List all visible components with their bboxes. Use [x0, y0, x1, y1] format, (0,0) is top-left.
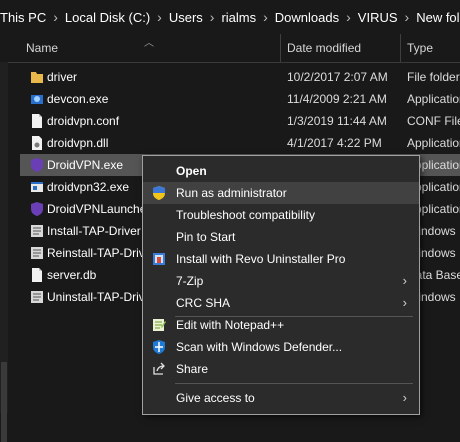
menu-item-give-access[interactable]: Give access to ›	[143, 387, 419, 409]
column-date-header[interactable]: Date modified	[287, 41, 361, 55]
menu-item-label: Troubleshoot compatibility	[176, 208, 315, 222]
breadcrumb-chevron-icon: ›	[53, 9, 58, 25]
breadcrumb-new-folder[interactable]: New folder	[416, 10, 460, 25]
shield-app-icon	[31, 202, 43, 216]
column-type-header[interactable]: Type	[407, 41, 433, 55]
script-icon	[31, 225, 43, 237]
column-divider[interactable]	[280, 34, 281, 62]
menu-item-run-as-administrator[interactable]: Run as administrator	[143, 182, 419, 204]
breadcrumb-users[interactable]: Users	[169, 10, 203, 25]
file-name: devcon.exe	[47, 92, 109, 106]
file-name: Install-TAP-Driver	[47, 224, 141, 238]
menu-item-label: Edit with Notepad++	[176, 318, 285, 332]
breadcrumb-chevron-icon: ›	[209, 9, 215, 25]
menu-item-pin-to-start[interactable]: Pin to Start	[143, 226, 419, 248]
breadcrumb-local-disk[interactable]: Local Disk (C:)	[65, 10, 150, 25]
menu-item-scan-defender[interactable]: Scan with Windows Defender...	[143, 336, 419, 358]
notepad-plus-plus-icon	[153, 319, 166, 331]
file-type: Application	[407, 136, 460, 150]
file-type: Application	[407, 92, 460, 106]
script-icon	[31, 291, 43, 303]
file-name: Uninstall-TAP-Driv	[47, 290, 145, 304]
breadcrumb-this-pc[interactable]: This PC	[0, 10, 46, 25]
address-bar[interactable]: This PC › Local Disk (C:) › Users › rial…	[0, 0, 460, 35]
menu-item-crc-sha[interactable]: CRC SHA ›	[143, 292, 419, 314]
context-menu: Open Run as administrator Troubleshoot c…	[142, 155, 420, 415]
windows-defender-icon	[153, 340, 165, 354]
menu-item-edit-notepad[interactable]: Edit with Notepad++	[143, 314, 419, 336]
sort-ascending-icon: ︿	[144, 38, 154, 49]
script-icon	[31, 247, 43, 259]
file-name: DroidVPN.exe	[47, 158, 124, 172]
menu-separator	[175, 383, 413, 384]
window-app-icon	[31, 182, 43, 192]
menu-item-label: Share	[176, 362, 209, 376]
breadcrumb-chevron-icon: ›	[157, 9, 162, 25]
file-icon	[32, 114, 42, 128]
menu-item-label: Run as administrator	[176, 186, 287, 200]
menu-item-label: 7-Zip	[176, 274, 204, 288]
submenu-arrow-icon: ›	[402, 390, 407, 405]
file-row[interactable]: droidvpn.conf 1/3/2019 11:44 AM CONF Fil…	[20, 110, 460, 132]
revo-icon	[153, 253, 165, 265]
menu-item-label: Scan with Windows Defender...	[176, 340, 343, 354]
breadcrumb-chevron-icon: ›	[263, 9, 268, 25]
file-date: 1/3/2019 11:44 AM	[287, 114, 387, 128]
file-date: 11/4/2009 2:21 AM	[287, 92, 387, 106]
menu-item-label: Open	[176, 164, 207, 178]
scrollbar-thumb[interactable]	[1, 362, 7, 442]
submenu-arrow-icon: ›	[402, 295, 407, 310]
column-divider[interactable]	[400, 34, 401, 62]
file-type: File folder	[407, 70, 460, 84]
file-name: droidvpn.dll	[47, 136, 109, 150]
submenu-arrow-icon: ›	[402, 273, 407, 288]
file-icon	[32, 268, 42, 282]
breadcrumb-chevron-icon: ›	[346, 9, 351, 25]
file-row[interactable]: driver 10/2/2017 2:07 AM File folder	[20, 66, 460, 88]
menu-item-label: Give access to	[176, 391, 255, 405]
menu-item-open[interactable]: Open	[143, 160, 419, 182]
file-date: 4/1/2017 4:22 PM	[287, 136, 382, 150]
navigation-pane	[0, 62, 8, 442]
menu-item-label: CRC SHA	[176, 296, 231, 310]
menu-item-7zip[interactable]: 7-Zip ›	[143, 270, 419, 292]
menu-item-share[interactable]: Share	[143, 358, 419, 380]
breadcrumb-downloads[interactable]: Downloads	[275, 10, 339, 25]
column-header: ︿ Name Date modified Type	[0, 34, 460, 63]
menu-item-revo-uninstaller[interactable]: Install with Revo Uninstaller Pro	[143, 248, 419, 270]
breadcrumb-chevron-icon: ›	[404, 9, 410, 25]
file-type: CONF File	[407, 114, 460, 128]
file-name: driver	[47, 70, 78, 84]
column-name-header[interactable]: Name	[26, 41, 58, 55]
breadcrumb-user[interactable]: rialms	[221, 10, 256, 25]
file-name: droidvpn32.exe	[47, 180, 130, 194]
share-icon	[153, 362, 165, 375]
file-name: Reinstall-TAP-Driv	[47, 246, 145, 260]
app-icon	[31, 95, 43, 104]
file-row[interactable]: devcon.exe 11/4/2009 2:21 AM Application	[20, 88, 460, 110]
menu-item-troubleshoot[interactable]: Troubleshoot compatibility	[143, 204, 419, 226]
file-name: DroidVPNLauncher	[47, 202, 151, 216]
file-date: 10/2/2017 2:07 AM	[287, 70, 388, 84]
menu-item-label: Install with Revo Uninstaller Pro	[176, 252, 346, 266]
file-name: server.db	[47, 268, 97, 282]
file-row[interactable]: droidvpn.dll 4/1/2017 4:22 PM Applicatio…	[20, 132, 460, 154]
file-name: droidvpn.conf	[47, 114, 120, 128]
folder-icon	[31, 72, 43, 83]
menu-item-label: Pin to Start	[176, 230, 236, 244]
breadcrumb-virus[interactable]: VIRUS	[358, 10, 398, 25]
uac-shield-icon	[153, 186, 165, 200]
shield-app-icon	[31, 158, 43, 172]
dll-icon	[32, 136, 42, 150]
